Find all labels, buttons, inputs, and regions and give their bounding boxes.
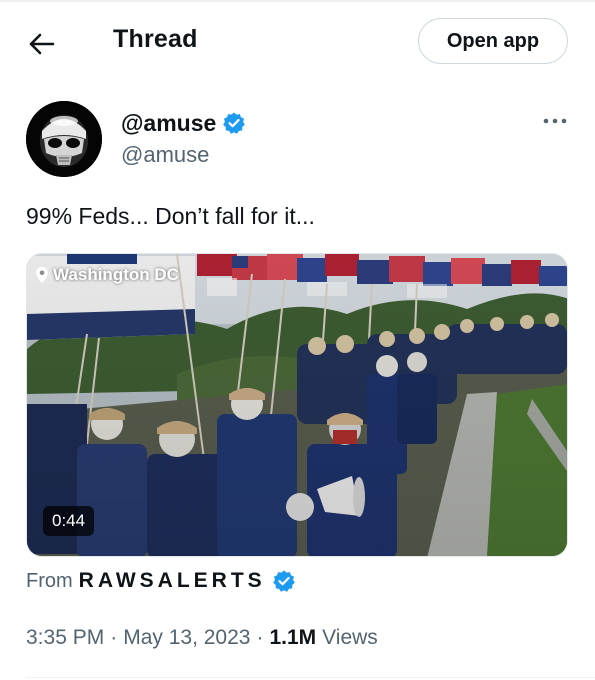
avatar[interactable] <box>26 101 102 177</box>
author-display-name[interactable]: @amuse <box>121 110 216 137</box>
views-count: 1.1M <box>269 626 317 649</box>
open-app-button[interactable]: Open app <box>418 18 568 64</box>
location-pin-icon <box>36 267 48 283</box>
tweet-text: 99% Feds... Don’t fall for it... <box>26 203 315 229</box>
tweet-time[interactable]: 3:35 PM <box>26 626 104 650</box>
verified-badge-icon <box>223 112 246 134</box>
tweet-date[interactable]: May 13, 2023 <box>123 626 250 650</box>
bottom-divider <box>26 677 595 678</box>
thread-header: Thread Open app <box>0 2 595 82</box>
video-duration-badge: 0:44 <box>43 506 95 536</box>
verified-badge-icon <box>272 570 295 592</box>
video-location-tag: Washington DC <box>35 265 179 285</box>
author-handle[interactable]: @amuse <box>121 142 209 168</box>
source-attribution: From RAWSALERTS <box>26 566 296 596</box>
separator: · <box>110 626 118 649</box>
tweet-metadata: 3:35 PM · May 13, 2023 · 1.1M Views <box>26 623 378 653</box>
separator: · <box>256 626 264 649</box>
video-thumbnail <box>27 254 567 556</box>
views-label: Views <box>322 626 378 649</box>
from-label: From <box>26 569 73 592</box>
more-options-button[interactable] <box>540 110 570 132</box>
source-name-link[interactable]: RAWSALERTS <box>79 569 266 593</box>
video-location-text: Washington DC <box>53 265 179 284</box>
tweet-video[interactable]: Washington DC 0:44 <box>26 253 568 557</box>
author-name-row: @amuse <box>121 108 246 138</box>
stormtrooper-helmet-avatar <box>26 101 102 177</box>
page-title: Thread <box>113 25 198 53</box>
more-horizontal-icon <box>543 118 567 124</box>
back-button[interactable] <box>22 24 62 64</box>
arrow-left-icon <box>29 33 55 55</box>
